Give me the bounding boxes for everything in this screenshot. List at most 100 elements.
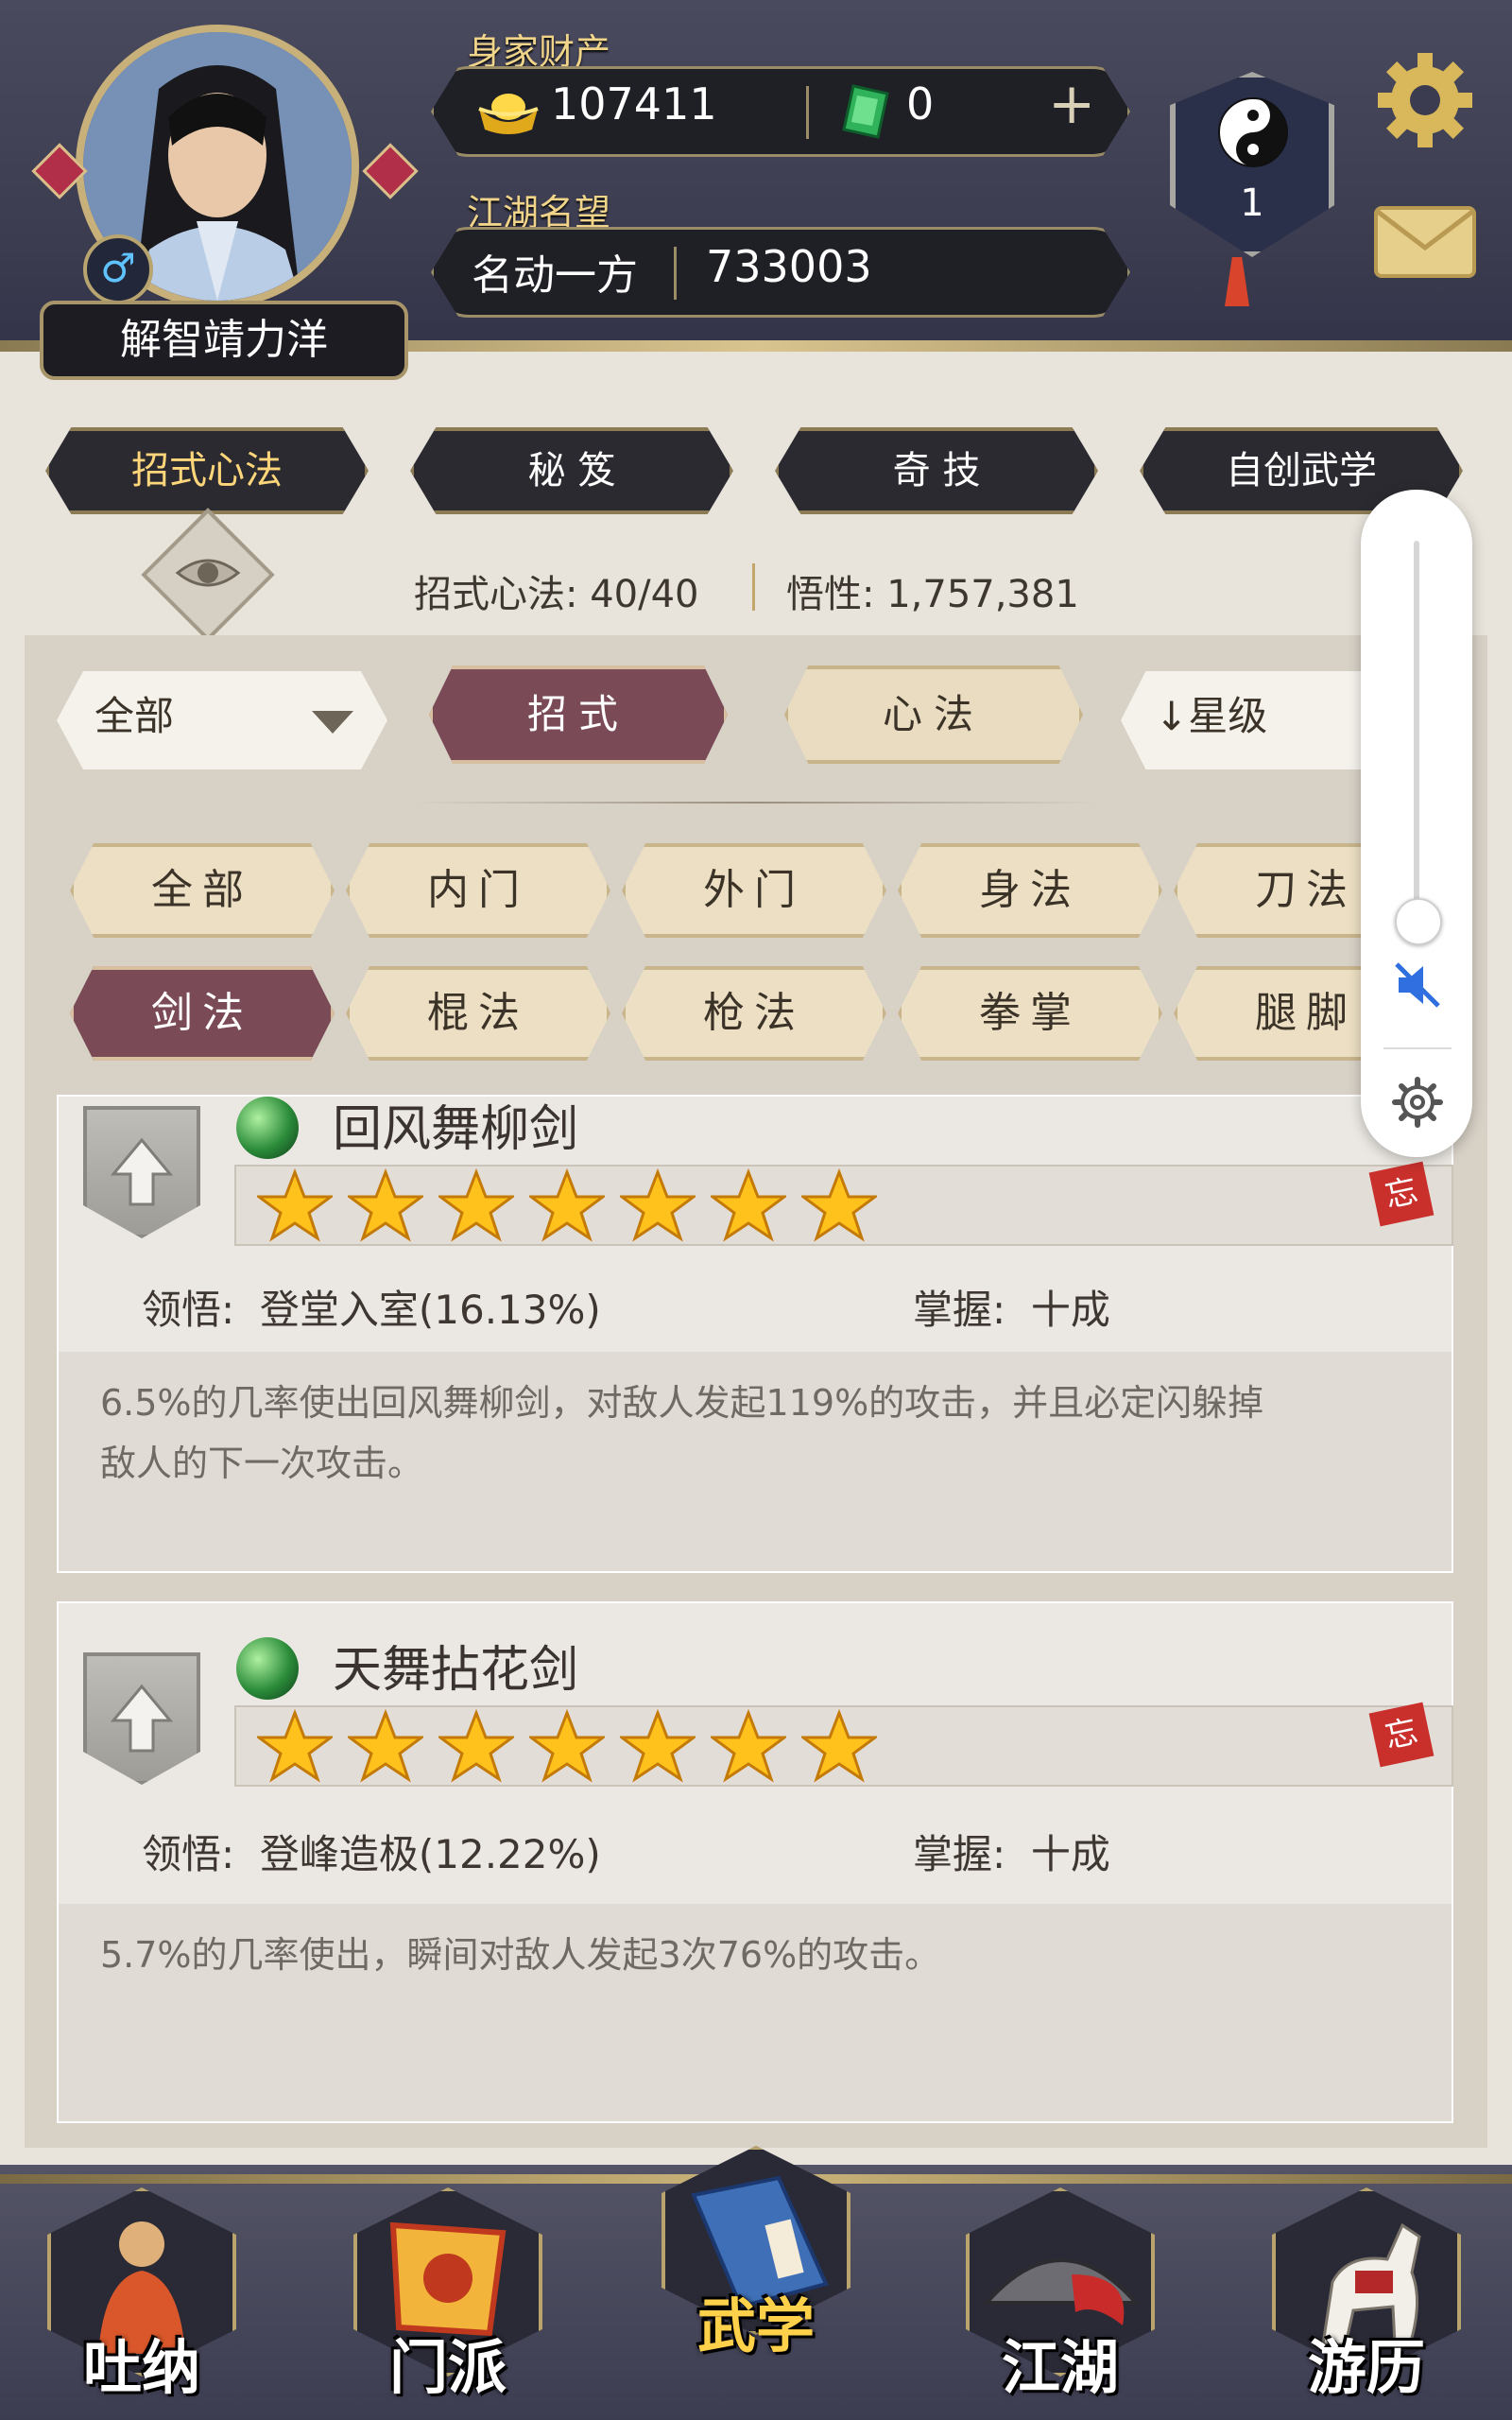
comprehension-text: 领悟: 登堂入室(16.13%)	[142, 1287, 601, 1333]
nav-travel-label: 游历	[1307, 2333, 1425, 2402]
player-name: 解智靖力洋	[40, 301, 408, 380]
comprehension-total: 悟性: 1,757,381	[786, 573, 1079, 616]
nav-jianghu-label: 江湖	[1001, 2333, 1119, 2402]
add-currency-button[interactable]: +	[1048, 71, 1095, 137]
volume-track[interactable]	[1414, 541, 1419, 919]
skill-grade-jade-icon	[236, 1097, 299, 1159]
skill-description-line2: 敌人的下一次攻击。	[100, 1443, 424, 1484]
chip-sword[interactable]: 剑法	[70, 966, 335, 1061]
reputation-bar: 名动一方 733003	[431, 227, 1130, 318]
mail-icon[interactable]	[1372, 204, 1478, 280]
sort-arrow-icon: ↓	[1155, 693, 1189, 739]
gold-ingot-icon	[478, 94, 539, 134]
skill-card[interactable]: 回风舞柳剑 领悟: 登堂入室(16.13%) 掌握: 十成 忘 6.5%的几率使…	[57, 1095, 1453, 1573]
forget-skill-button[interactable]: 忘	[1368, 1702, 1435, 1768]
mute-icon[interactable]	[1389, 957, 1446, 1013]
chip-movement[interactable]: 身法	[898, 843, 1162, 938]
chevron-down-icon	[312, 711, 353, 734]
reputation-title: 名动一方	[472, 251, 638, 300]
reputation-divider	[674, 247, 677, 300]
stats-divider	[752, 563, 755, 611]
nav-sect-label: 门派	[388, 2333, 507, 2402]
nav-meditate-label: 吐纳	[82, 2333, 200, 2402]
chip-spear[interactable]: 枪法	[622, 966, 886, 1061]
nav-martial-arts-label: 武学	[696, 2291, 815, 2360]
comprehension-row-value: 登峰造极(12.22%)	[259, 1831, 601, 1877]
eye-icon	[175, 559, 241, 587]
star-icon	[711, 1709, 786, 1783]
comprehension-row-label: 领悟	[142, 1831, 222, 1877]
mastery-text: 掌握: 十成	[913, 1287, 1110, 1333]
mastery-row-label: 掌握	[913, 1287, 993, 1333]
upgrade-arrow-icon	[110, 1137, 174, 1206]
chip-fist[interactable]: 拳掌	[898, 966, 1162, 1061]
skill-name: 回风舞柳剑	[333, 1101, 579, 1158]
star-icon	[348, 1168, 423, 1242]
star-rating	[234, 1705, 1453, 1787]
settings-gear-icon[interactable]	[1374, 49, 1476, 151]
star-icon	[257, 1168, 333, 1242]
skill-card[interactable]: 天舞拈花剑 领悟: 登峰造极(12.22%) 掌握: 十成 忘 5.7%的几率使…	[57, 1601, 1453, 2123]
star-icon	[257, 1709, 333, 1783]
type-moves-button[interactable]: 招式	[429, 666, 728, 764]
mastery-row-label: 掌握	[913, 1831, 993, 1877]
star-icon	[529, 1709, 605, 1783]
tab-moves-heart[interactable]: 招式心法	[45, 427, 369, 514]
mastery-row-value: 十成	[1030, 1287, 1110, 1333]
star-icon	[438, 1168, 514, 1242]
star-icon	[348, 1709, 423, 1783]
nav-travel[interactable]: 游历	[1272, 2187, 1461, 2405]
volume-divider	[1383, 1047, 1452, 1049]
skill-description-line1: 6.5%的几率使出回风舞柳剑，对敌人发起119%的攻击，并且必定闪躲掉	[100, 1382, 1264, 1424]
skills-count: 招式心法: 40/40	[414, 573, 699, 616]
chip-outer[interactable]: 外门	[622, 843, 886, 938]
comprehension-row-value: 登堂入室(16.13%)	[259, 1287, 601, 1333]
skill-description: 6.5%的几率使出回风舞柳剑，对敌人发起119%的攻击，并且必定闪躲掉 敌人的下…	[59, 1352, 1452, 1571]
volume-slider-thumb[interactable]	[1395, 898, 1442, 945]
filter-divider	[416, 802, 1096, 804]
settings-icon[interactable]	[1391, 1076, 1444, 1129]
sort-label: 星级	[1188, 693, 1268, 739]
gold-value: 107411	[551, 78, 717, 130]
assets-bar: 107411 0 +	[431, 66, 1130, 157]
chip-staff[interactable]: 棍法	[346, 966, 610, 1061]
forget-skill-button[interactable]: 忘	[1368, 1161, 1435, 1227]
upgrade-arrow-icon	[110, 1684, 174, 1753]
type-heart-button[interactable]: 心法	[784, 666, 1083, 764]
skill-description-line1: 5.7%的几率使出，瞬间对敌人发起3次76%的攻击。	[100, 1934, 941, 1976]
comprehension-text: 领悟: 登峰造极(12.22%)	[142, 1831, 601, 1877]
mastery-row-value: 十成	[1030, 1831, 1110, 1877]
category-select-value: 全部	[94, 693, 175, 739]
mastery-text: 掌握: 十成	[913, 1831, 1110, 1877]
skills-value: 40/40	[590, 573, 699, 616]
jade-value: 0	[906, 78, 935, 130]
assets-divider	[806, 86, 809, 139]
nav-meditate[interactable]: 吐纳	[47, 2187, 236, 2405]
tab-special-skill[interactable]: 奇 技	[775, 427, 1098, 514]
straw-hat-icon	[982, 2258, 1141, 2325]
nav-jianghu[interactable]: 江湖	[966, 2187, 1155, 2405]
jade-icon	[842, 84, 889, 139]
comprehension-value: 1,757,381	[886, 573, 1079, 616]
star-icon	[620, 1709, 696, 1783]
skills-label: 招式心法	[414, 573, 565, 616]
yin-yang-icon	[1218, 97, 1288, 167]
gender-male-icon: ♂	[83, 234, 153, 304]
nav-sect[interactable]: 门派	[353, 2187, 542, 2405]
comprehension-row-label: 领悟	[142, 1287, 222, 1333]
star-rating	[234, 1165, 1453, 1246]
skill-description: 5.7%的几率使出，瞬间对敌人发起3次76%的攻击。	[59, 1904, 1452, 2121]
star-icon	[438, 1709, 514, 1783]
skill-grade-jade-icon	[236, 1637, 299, 1700]
star-icon	[711, 1168, 786, 1242]
star-icon	[620, 1168, 696, 1242]
reputation-value: 733003	[706, 241, 872, 292]
rank-level: 1	[1240, 182, 1264, 225]
star-icon	[801, 1709, 877, 1783]
nav-martial-arts[interactable]: 武学	[662, 2146, 850, 2363]
chip-all[interactable]: 全部	[70, 843, 335, 938]
tab-secret-manual[interactable]: 秘 笈	[410, 427, 733, 514]
star-icon	[529, 1168, 605, 1242]
skill-name: 天舞拈花剑	[333, 1642, 579, 1699]
chip-inner[interactable]: 内门	[346, 843, 610, 938]
